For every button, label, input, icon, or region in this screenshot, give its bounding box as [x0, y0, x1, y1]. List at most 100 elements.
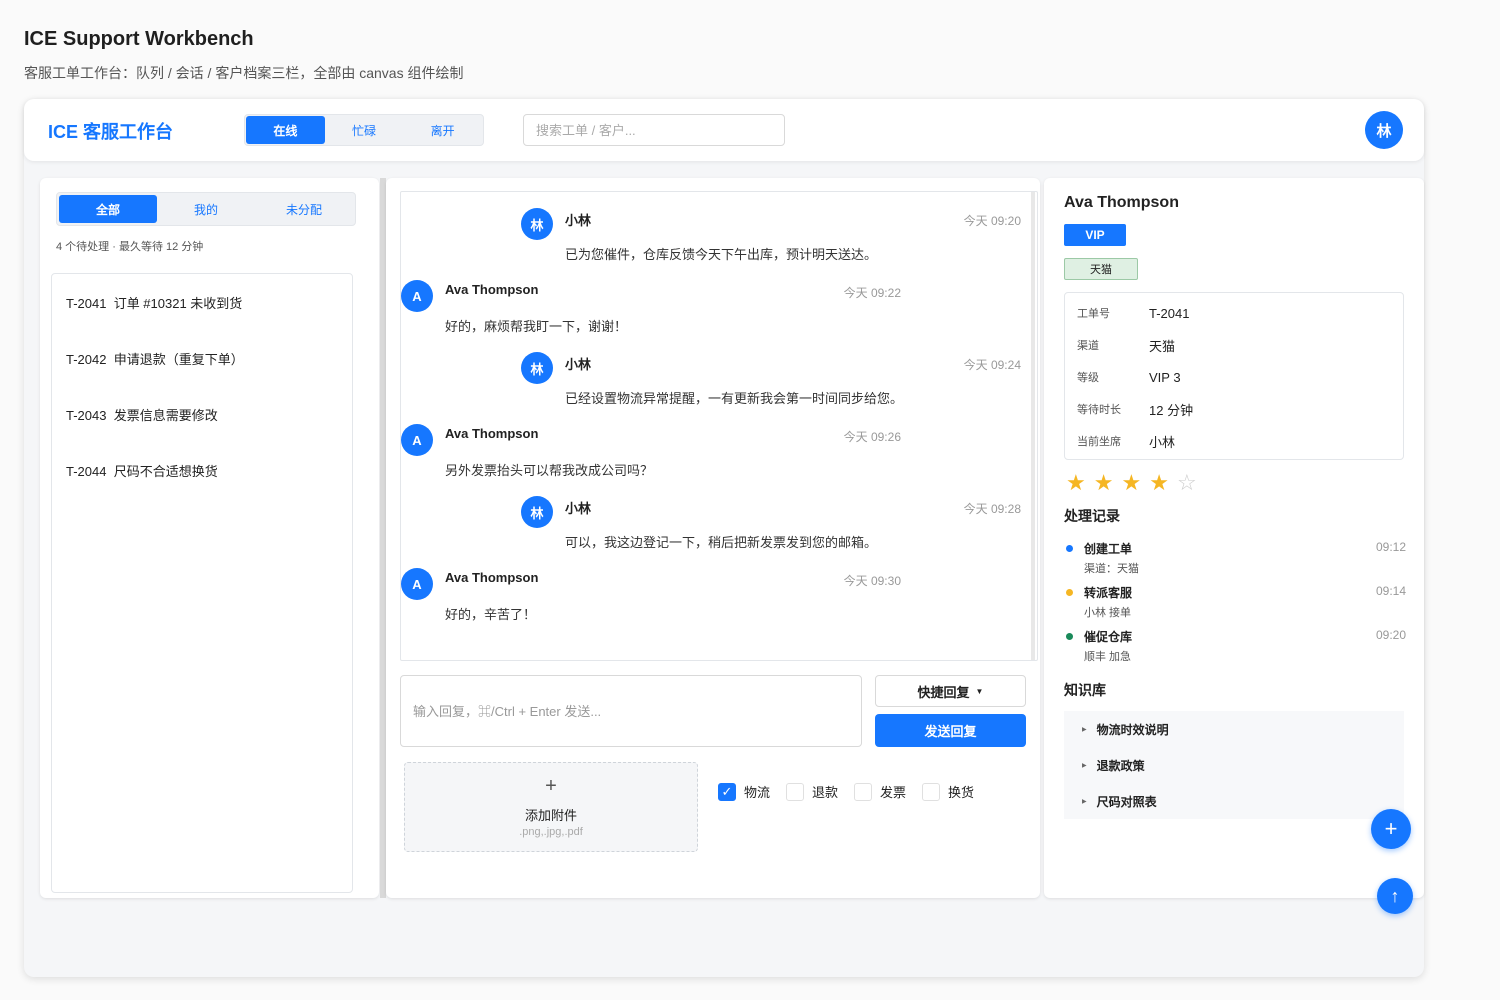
history-sub-text: 顺丰 加急: [1084, 651, 1132, 663]
tag-label: 发票: [880, 785, 907, 800]
back-to-top-button[interactable]: ↑: [1377, 878, 1413, 914]
ticket-list: T-2041 订单 #10321 未收到货 T-2042 申请退款（重复下单） …: [51, 273, 353, 893]
agent-avatar: 林: [521, 208, 553, 240]
message-time: 今天 09:24: [963, 358, 1021, 372]
star-filled-icon[interactable]: ★: [1121, 470, 1141, 496]
attachment-dropzone[interactable]: + 添加附件 .png,.jpg,.pdf: [404, 762, 698, 852]
history-sub-text: 渠道：天猫: [1084, 563, 1139, 575]
customer-profile-panel: Ava Thompson VIP 天猫 工单号 T-2041 渠道 天猫 等级 …: [1044, 178, 1424, 898]
history-item: 转派客服 小林 接单 09:14: [1066, 584, 1406, 624]
info-key: 等待时长: [1077, 404, 1121, 416]
info-value: 天猫: [1149, 338, 1176, 354]
filter-all[interactable]: 全部: [59, 195, 157, 223]
tag-invoice[interactable]: 发票: [854, 782, 906, 801]
tag-label: 物流: [744, 785, 771, 800]
tag-refund[interactable]: 退款: [786, 782, 838, 801]
status-busy[interactable]: 忙碌: [325, 116, 404, 144]
message-time: 今天 09:26: [843, 430, 901, 444]
message-time: 今天 09:28: [963, 502, 1021, 516]
kb-item-label: 物流时效说明: [1096, 722, 1169, 737]
checkbox-checked[interactable]: ✓: [718, 782, 736, 801]
caret-right-icon: ▶: [1082, 798, 1087, 805]
history-title: 处理记录: [1064, 508, 1120, 524]
message-text: 已为您催件，仓库反馈今天下午出库，预计明天送达。: [565, 247, 878, 262]
timeline-dot-icon: [1066, 633, 1073, 640]
message-time: 今天 09:30: [843, 574, 901, 588]
customer-avatar: A: [401, 424, 433, 456]
attachment-hint: .png,.jpg,.pdf: [519, 826, 583, 838]
ticket-tags: ✓ 物流 退款 发票 换货: [718, 782, 974, 801]
sender-name: 小林: [565, 501, 592, 516]
message-time: 今天 09:20: [963, 214, 1021, 228]
filter-mine[interactable]: 我的: [157, 195, 255, 223]
info-key: 渠道: [1077, 340, 1099, 352]
ticket-item[interactable]: T-2043 发票信息需要修改: [52, 386, 352, 442]
customer-avatar: A: [401, 568, 433, 600]
star-filled-icon[interactable]: ★: [1149, 470, 1169, 496]
message-text: 好的，麻烦帮我盯一下，谢谢！: [445, 319, 628, 334]
message-customer: A Ava Thompson 今天 09:26 另外发票抬头可以帮我改成公司吗？: [401, 424, 901, 496]
customer-info-card: 工单号 T-2041 渠道 天猫 等级 VIP 3 等待时长 12 分钟 当前坐…: [1064, 292, 1404, 460]
queue-meta: 4 个待处理 · 最久等待 12 分钟: [56, 241, 204, 253]
message-customer: A Ava Thompson 今天 09:30 好的，辛苦了！: [401, 568, 901, 640]
reply-input[interactable]: [400, 675, 862, 747]
page-subtitle: 客服工单工作台：队列 / 会话 / 客户档案三栏，全部由 canvas 组件绘制: [24, 65, 464, 81]
attachment-label: 添加附件: [524, 808, 577, 823]
message-scrollbar[interactable]: [1031, 192, 1035, 660]
star-filled-icon[interactable]: ★: [1094, 470, 1114, 496]
history-title-text: 转派客服: [1084, 586, 1133, 600]
tag-logistics[interactable]: ✓ 物流: [718, 782, 770, 801]
checkbox[interactable]: [854, 782, 873, 801]
message-list: 林 小林 今天 09:20 已为您催件，仓库反馈今天下午出库，预计明天送达。 A…: [400, 191, 1038, 661]
message-agent: 林 小林 今天 09:24 已经设置物流异常提醒，一有更新我会第一时间同步给您。: [521, 352, 1021, 424]
send-reply-button[interactable]: 发送回复: [875, 714, 1026, 747]
kb-item[interactable]: ▶ 物流时效说明: [1064, 711, 1404, 747]
tag-label: 换货: [948, 785, 975, 800]
add-fab-button[interactable]: +: [1371, 809, 1411, 849]
filter-unassigned[interactable]: 未分配: [255, 195, 353, 223]
kb-item[interactable]: ▶ 尺码对照表: [1064, 783, 1404, 819]
ticket-item[interactable]: T-2042 申请退款（重复下单）: [52, 330, 352, 386]
caret-right-icon: ▶: [1082, 762, 1087, 769]
message-text: 可以，我这边登记一下，稍后把新发票发到您的邮箱。: [565, 535, 878, 550]
info-value: 12 分钟: [1149, 402, 1194, 418]
info-value: 小林: [1149, 434, 1176, 450]
ticket-item[interactable]: T-2041 订单 #10321 未收到货: [52, 274, 352, 330]
agent-avatar: 林: [521, 352, 553, 384]
info-row: 当前坐席 小林: [1077, 431, 1175, 451]
history-time: 09:14: [1375, 584, 1406, 598]
message-agent: 林 小林 今天 09:28 可以，我这边登记一下，稍后把新发票发到您的邮箱。: [521, 496, 1021, 568]
kb-item[interactable]: ▶ 退款政策: [1064, 747, 1404, 783]
rating-stars[interactable]: ★ ★ ★ ★ ☆: [1066, 470, 1197, 496]
message-agent: 林 小林 今天 09:20 已为您催件，仓库反馈今天下午出库，预计明天送达。: [521, 208, 1021, 280]
quick-reply-button[interactable]: 快捷回复 ▼: [875, 675, 1026, 707]
tag-exchange[interactable]: 换货: [922, 782, 974, 801]
user-avatar[interactable]: 林: [1365, 111, 1403, 149]
timeline-dot-icon: [1066, 589, 1073, 596]
timeline-dot-icon: [1066, 545, 1073, 552]
info-key: 工单号: [1077, 308, 1110, 320]
caret-down-icon: ▼: [975, 686, 984, 696]
status-away[interactable]: 离开: [403, 116, 482, 144]
kb-title: 知识库: [1064, 682, 1106, 698]
info-value: T-2041: [1149, 305, 1190, 321]
star-empty-icon[interactable]: ☆: [1177, 470, 1197, 496]
info-row: 工单号 T-2041: [1077, 303, 1189, 323]
status-online[interactable]: 在线: [246, 116, 325, 144]
star-filled-icon[interactable]: ★: [1066, 470, 1086, 496]
message-text: 另外发票抬头可以帮我改成公司吗？: [445, 463, 654, 478]
customer-avatar: A: [401, 280, 433, 312]
checkbox[interactable]: [786, 782, 805, 801]
ticket-item[interactable]: T-2044 尺码不合适想换货: [52, 442, 352, 498]
search-input[interactable]: [523, 114, 785, 146]
history-time: 09:12: [1375, 540, 1406, 554]
agent-avatar: 林: [521, 496, 553, 528]
history-item: 催促仓库 顺丰 加急 09:20: [1066, 628, 1406, 668]
info-key: 当前坐席: [1077, 436, 1121, 448]
knowledge-base-list: ▶ 物流时效说明 ▶ 退款政策 ▶ 尺码对照表: [1064, 711, 1404, 819]
plus-icon: +: [545, 775, 557, 797]
history-item: 创建工单 渠道：天猫 09:12: [1066, 540, 1406, 580]
checkbox[interactable]: [922, 782, 941, 801]
history-title-text: 创建工单: [1084, 542, 1133, 556]
app-window: ICE 客服工作台 在线 忙碌 离开 林 全部 我的 未分配 4 个待处理 · …: [24, 99, 1424, 977]
